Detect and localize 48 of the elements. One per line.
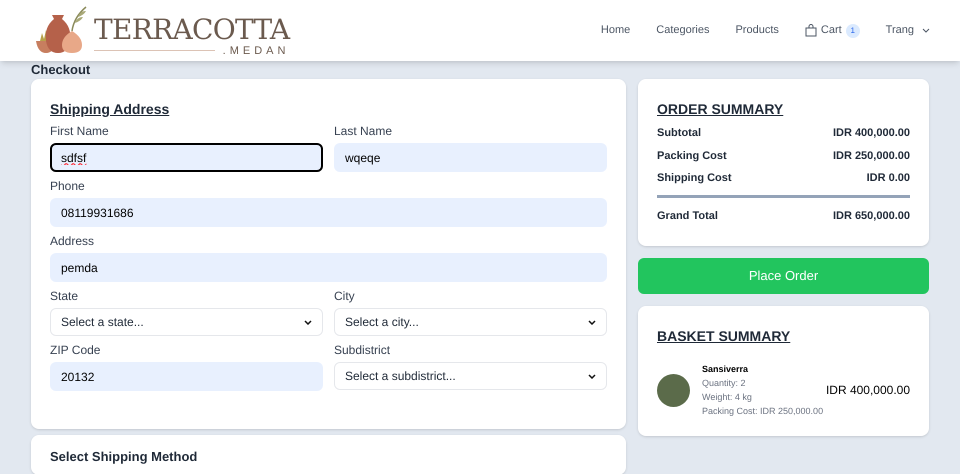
chevron-down-icon (304, 320, 312, 324)
field-label: Last Name (334, 123, 394, 139)
section-title: Shipping Address (50, 100, 170, 119)
product-detail: Weight: 4 kg (702, 391, 753, 404)
field-label: State (50, 288, 80, 304)
field-label: Phone (50, 178, 86, 194)
cart-count-badge: 1 (846, 24, 860, 38)
select-field[interactable]: Select a city... (334, 308, 607, 336)
section-title: ORDER SUMMARY (657, 100, 784, 119)
product-price: IDR 400,000.00 (826, 382, 910, 399)
summary-label: Shipping Cost (657, 171, 732, 186)
product-name: Sansiverra (702, 363, 750, 376)
summary-value: IDR 250,000.00 (832, 148, 910, 164)
summary-label: Subtotal (657, 126, 701, 141)
select-field[interactable]: Select a subdistrict... (334, 362, 607, 390)
field-label: ZIP Code (50, 342, 102, 358)
nav-link[interactable]: Home (600, 22, 630, 39)
select-field[interactable]: Select a state... (50, 308, 323, 336)
input-field[interactable]: pemda (50, 253, 607, 282)
chevron-down-icon (922, 28, 930, 33)
input-field[interactable]: 08119931686 (50, 198, 607, 227)
chevron-down-icon (588, 320, 596, 324)
field-label: Subdistrict (334, 342, 392, 358)
grand-total-value: IDR 650,000.00 (832, 208, 910, 224)
logo-wordmark: TERRACOTTA (94, 14, 290, 44)
input-field[interactable]: sdfsf (50, 143, 323, 172)
shopping-bag-icon (804, 24, 817, 37)
summary-value: IDR 400,000.00 (832, 126, 910, 141)
nav-link[interactable]: Products (735, 22, 779, 39)
product-photo-placeholder (657, 374, 690, 406)
field-label: City (334, 288, 356, 304)
nav-link[interactable]: Categories (656, 22, 710, 39)
page-title: Checkout (31, 61, 92, 79)
field-label: First Name (50, 123, 110, 139)
input-field[interactable]: 20132 (50, 362, 323, 391)
summary-value: IDR 0.00 (866, 171, 910, 186)
user-menu[interactable]: Trang (886, 22, 914, 39)
product-detail: Packing Cost: IDR 250,000.00 (702, 405, 824, 418)
grand-total-label: Grand Total (657, 208, 718, 224)
section-title: BASKET SUMMARY (657, 327, 792, 346)
section-title: Select Shipping Method (50, 449, 198, 465)
field-label: Address (50, 233, 96, 249)
summary-label: Packing Cost (657, 148, 727, 164)
cart-link[interactable]: Cart (820, 22, 842, 39)
product-detail: Quantity: 2 (702, 377, 747, 390)
chevron-down-icon (588, 374, 596, 378)
logo-subtitle: .MEDAN (222, 44, 290, 56)
input-field[interactable]: wqeqe (334, 143, 607, 172)
